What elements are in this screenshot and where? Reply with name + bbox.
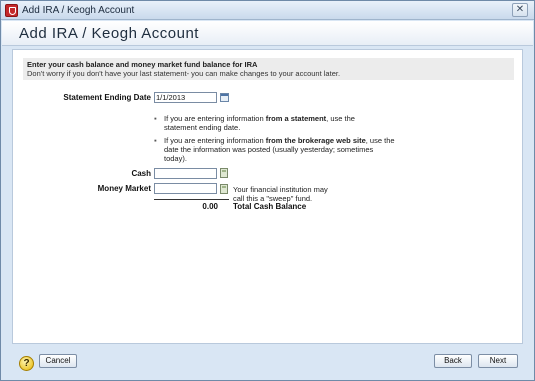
sum-rule bbox=[154, 199, 229, 200]
title-bar: Add IRA / Keogh Account ✕ bbox=[1, 1, 534, 20]
dialog-header: Add IRA / Keogh Account bbox=[2, 21, 533, 46]
cash-label: Cash bbox=[131, 169, 151, 178]
total-value: 0.00 bbox=[202, 202, 218, 211]
dialog-footer: ? Cancel Back Next bbox=[2, 347, 533, 380]
info-heading: Enter your cash balance and money market… bbox=[27, 60, 258, 69]
calendar-icon[interactable] bbox=[220, 93, 229, 102]
app-icon bbox=[5, 4, 18, 17]
statement-hint-text: If you are entering information bbox=[164, 114, 266, 123]
statement-date-input[interactable]: 1/1/2013 bbox=[154, 92, 217, 103]
close-icon[interactable]: ✕ bbox=[512, 3, 528, 17]
calculator-icon[interactable] bbox=[220, 168, 228, 178]
next-button[interactable]: Next bbox=[478, 354, 518, 368]
statement-hint-bold: from a statement bbox=[265, 114, 327, 123]
statement-hint: ▪ If you are entering information from a… bbox=[154, 114, 355, 132]
cash-input[interactable] bbox=[154, 168, 217, 179]
page-title: Add IRA / Keogh Account bbox=[19, 25, 199, 42]
cancel-button[interactable]: Cancel bbox=[39, 354, 77, 368]
web-hint-bold: from the brokerage web site bbox=[265, 136, 366, 145]
window-title: Add IRA / Keogh Account bbox=[22, 5, 135, 16]
web-hint-text: If you are entering information bbox=[164, 136, 266, 145]
statement-date-label: Statement Ending Date bbox=[63, 93, 151, 102]
info-subtext: Don't worry if you don't have your last … bbox=[27, 69, 341, 78]
back-button[interactable]: Back bbox=[434, 354, 472, 368]
dialog-window: Add IRA / Keogh Account ✕ Add IRA / Keog… bbox=[0, 0, 535, 381]
help-icon[interactable]: ? bbox=[19, 356, 34, 371]
web-hint: ▪ If you are entering information from t… bbox=[154, 136, 395, 163]
money-market-input[interactable] bbox=[154, 183, 217, 194]
info-box: Enter your cash balance and money market… bbox=[23, 58, 514, 80]
money-market-note: Your financial institution may call this… bbox=[233, 185, 328, 203]
total-label: Total Cash Balance bbox=[233, 202, 307, 211]
content-panel: Enter your cash balance and money market… bbox=[12, 49, 523, 344]
money-market-label: Money Market bbox=[97, 184, 151, 193]
calculator-icon[interactable] bbox=[220, 184, 228, 194]
